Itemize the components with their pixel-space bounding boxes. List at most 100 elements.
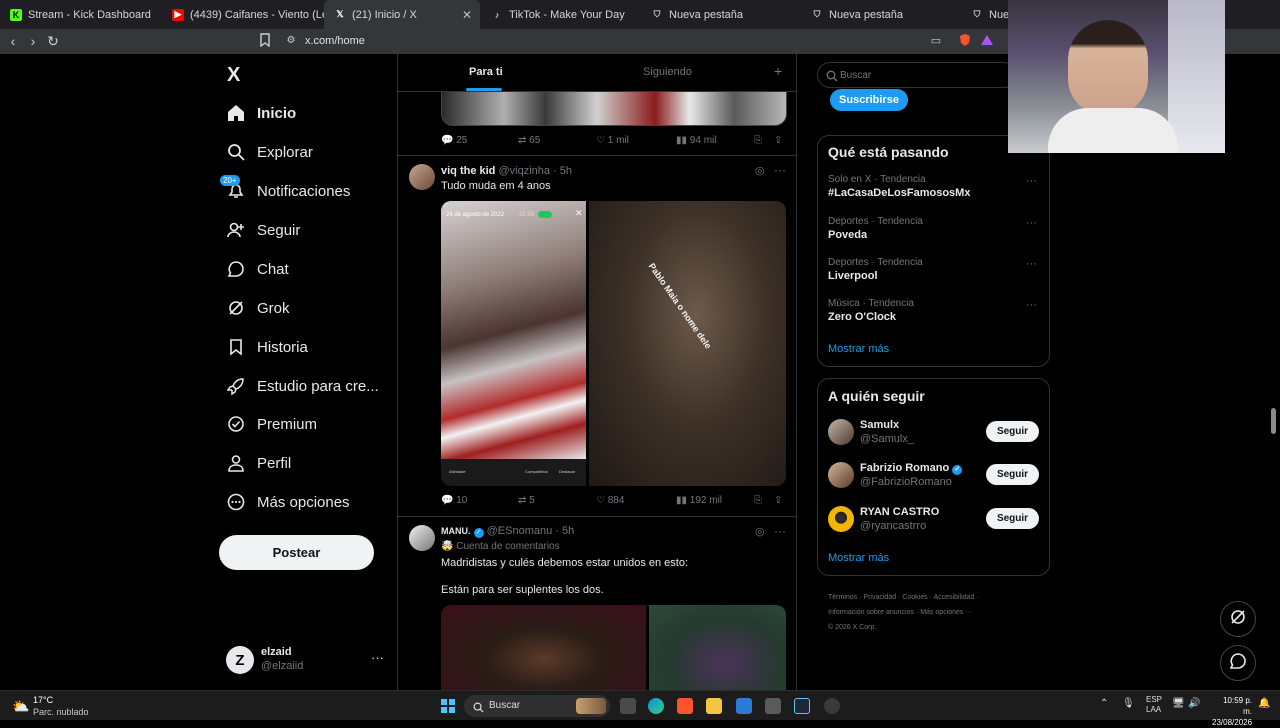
nav-mas-opciones[interactable]: Más opciones — [226, 487, 350, 517]
footer-link[interactable]: Privacidad — [863, 594, 896, 601]
more-dots-icon[interactable]: ··· — [371, 650, 384, 665]
trend-item[interactable]: Liverpool — [828, 270, 878, 282]
mail-icon[interactable] — [736, 698, 752, 714]
site-settings-icon[interactable]: ⚙ — [283, 33, 299, 49]
tweet-media-image[interactable] — [441, 605, 646, 690]
views-action[interactable]: ▮▮ 192 mil — [676, 495, 722, 506]
nav-perfil[interactable]: Perfil — [226, 448, 291, 478]
show-more-trends-link[interactable]: Mostrar más — [828, 343, 889, 355]
tweet-media-image[interactable] — [441, 92, 787, 126]
more-dots-icon[interactable]: ··· — [1026, 175, 1037, 187]
avatar[interactable] — [828, 462, 854, 488]
tab-siguiendo[interactable]: Siguiendo — [643, 66, 692, 78]
more-dots-icon[interactable]: ··· — [1026, 217, 1037, 229]
nav-explorar[interactable]: Explorar — [226, 137, 313, 167]
follow-button[interactable]: Seguir — [986, 508, 1039, 529]
tab-new-1[interactable]: ⛉ Nueva pestaña — [641, 0, 801, 29]
nav-inicio[interactable]: Inicio — [226, 98, 296, 128]
language-indicator[interactable]: ESP LAA — [1146, 695, 1162, 715]
views-action[interactable]: ▮▮ 94 mil — [676, 135, 716, 146]
volume-icon[interactable]: 🔊 — [1188, 698, 1200, 709]
share-icon[interactable]: ⇪ — [774, 495, 782, 506]
more-dots-icon[interactable]: ··· — [774, 524, 786, 538]
obs-icon[interactable] — [824, 698, 840, 714]
task-view-icon[interactable] — [620, 698, 636, 714]
tab-para-ti[interactable]: Para ti — [469, 66, 503, 78]
more-dots-icon[interactable]: ··· — [774, 163, 786, 177]
bookmark-icon[interactable]: ⎘ — [754, 135, 762, 146]
nav-notificaciones[interactable]: 20+ Notificaciones — [220, 175, 350, 206]
bookmark-icon[interactable]: ⎘ — [754, 495, 762, 506]
trend-item[interactable]: Zero O'Clock — [828, 311, 896, 323]
reply-action[interactable]: 💬 25 — [441, 135, 467, 146]
rewards-icon[interactable] — [979, 33, 995, 49]
weather-temp[interactable]: 17°C — [33, 695, 53, 705]
back-icon[interactable]: ‹ — [5, 33, 21, 49]
footer-link[interactable]: Accesibilidad — [933, 594, 974, 601]
tab-youtube[interactable]: ▶ (4439) Caifanes - Viento (Letra) - Yo — [162, 0, 324, 29]
reload-icon[interactable]: ↻ — [45, 33, 61, 49]
tweet-author-name[interactable]: MANU. — [441, 526, 471, 536]
post-button[interactable]: Postear — [219, 535, 374, 570]
tab-new-2[interactable]: ⛉ Nueva pestaña — [801, 0, 961, 29]
avatar[interactable] — [409, 164, 435, 190]
cast-icon[interactable]: ▭ — [928, 33, 944, 49]
tab-tiktok[interactable]: ♪ TikTok - Make Your Day — [481, 0, 641, 29]
nav-estudio[interactable]: Estudio para cre... — [226, 371, 379, 401]
add-tab-icon[interactable]: + — [774, 63, 782, 79]
avatar[interactable] — [828, 506, 854, 532]
subscribe-button[interactable]: Suscribirse — [830, 89, 908, 111]
tweet-time[interactable]: · 5h — [553, 165, 572, 177]
avatar[interactable] — [828, 419, 854, 445]
like-action[interactable]: ♡ 884 — [596, 495, 624, 506]
notifications-bell-icon[interactable]: 🔔 — [1258, 698, 1270, 709]
grok-icon[interactable]: ◎ — [755, 164, 765, 177]
retweet-action[interactable]: ⇄ 5 — [518, 495, 535, 506]
scrollbar-thumb[interactable] — [1271, 408, 1276, 434]
weather-icon[interactable]: ⛅ — [12, 698, 29, 715]
reply-action[interactable]: 💬 10 — [441, 495, 467, 506]
brave-icon[interactable] — [677, 698, 693, 714]
retweet-action[interactable]: ⇄ 65 — [518, 135, 540, 146]
more-dots-icon[interactable]: ··· — [1026, 299, 1037, 311]
tweet-author-handle[interactable]: @ESnomanu — [487, 525, 553, 537]
nav-premium[interactable]: Premium — [226, 409, 317, 439]
nav-chat[interactable]: Chat — [226, 254, 289, 284]
suggested-user-handle[interactable]: @ryancastrro — [860, 520, 926, 532]
show-more-follow-link[interactable]: Mostrar más — [828, 552, 889, 564]
weather-desc[interactable]: Parc. nublado — [33, 707, 89, 717]
footer-link[interactable]: Cookies — [902, 594, 927, 601]
microphone-icon[interactable]: 🎙 — [1122, 698, 1135, 709]
close-tab-icon[interactable]: ✕ — [462, 8, 472, 22]
trend-item[interactable]: Poveda — [828, 229, 867, 241]
footer-link[interactable]: Más opciones ··· — [920, 609, 972, 616]
taskbar-search[interactable]: Buscar — [464, 695, 610, 717]
search-input[interactable]: Buscar — [817, 62, 1017, 88]
chevron-up-icon[interactable]: ⌃ — [1100, 698, 1108, 709]
tweet-author-handle[interactable]: @viqzinha — [498, 165, 550, 177]
tweet-media-image[interactable]: 24 de agosto de 2022 22:59 ✕ Atividade C… — [441, 201, 586, 486]
tweet-media-image[interactable]: Pablo Maia o nome dele — [589, 201, 786, 486]
suggested-user-handle[interactable]: @Samulx_ — [860, 433, 914, 445]
tweet-time[interactable]: · 5h — [555, 525, 574, 537]
tab-x-home[interactable]: 𝕏 (21) Inicio / X ✕ — [324, 0, 480, 29]
tweet-media-image[interactable] — [649, 605, 786, 690]
x-logo-icon[interactable]: X — [227, 64, 247, 86]
bookmark-icon[interactable] — [257, 33, 273, 49]
footer-link[interactable]: Términos — [828, 594, 857, 601]
more-dots-icon[interactable]: ··· — [1026, 258, 1037, 270]
grok-icon[interactable]: ◎ — [755, 525, 765, 538]
edge-icon[interactable] — [648, 698, 664, 714]
forward-icon[interactable]: › — [25, 33, 41, 49]
tweet-author-name[interactable]: viq the kid — [441, 165, 495, 177]
windows-start-icon[interactable] — [441, 699, 455, 713]
file-explorer-icon[interactable] — [706, 698, 722, 714]
nav-seguir[interactable]: Seguir — [226, 215, 300, 245]
store-icon[interactable] — [765, 698, 781, 714]
trend-item[interactable]: #LaCasaDeLosFamososMx — [828, 187, 970, 199]
grok-floating-button[interactable] — [1220, 601, 1256, 637]
suggested-user-name[interactable]: Fabrizio Romano ✓ — [860, 462, 963, 475]
suggested-user-name[interactable]: RYAN CASTRO — [860, 506, 939, 518]
messages-floating-button[interactable] — [1220, 645, 1256, 681]
url-field[interactable]: x.com/home — [305, 35, 365, 47]
